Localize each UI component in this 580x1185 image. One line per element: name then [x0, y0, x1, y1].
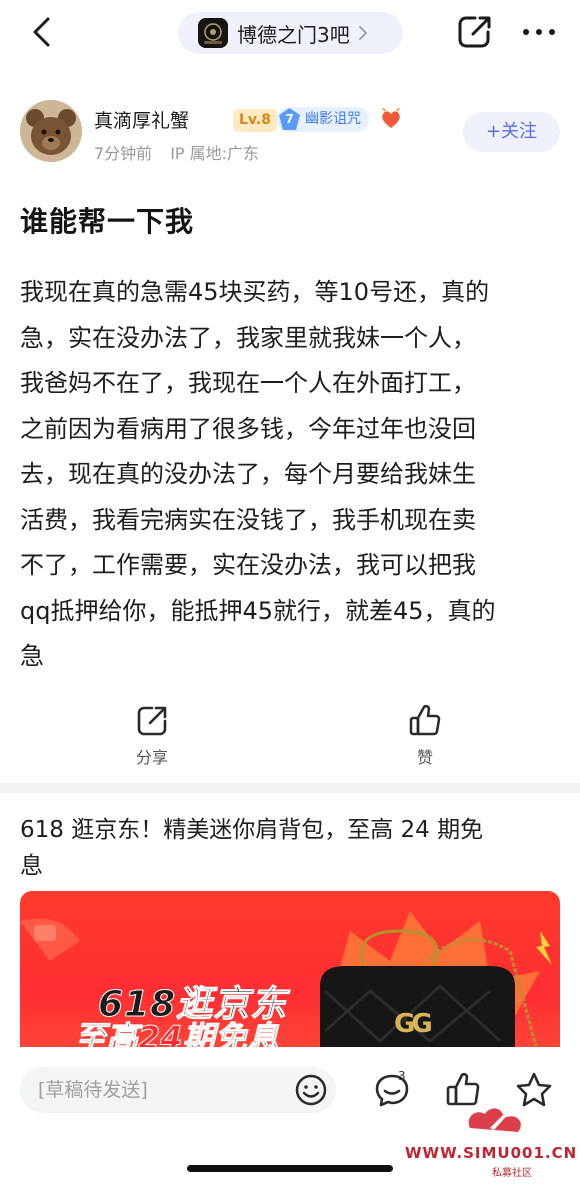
post-body-line: 不了，工作需要，实在没办法，我可以把我	[20, 551, 476, 579]
share-label: 分享	[135, 748, 168, 767]
like-button[interactable]: 赞	[385, 704, 465, 768]
post-body-line: 我现在真的急需45块买药，等10号还，真的	[20, 278, 490, 306]
post-time: 7分钟前	[94, 144, 153, 163]
comment-input[interactable]	[20, 1067, 336, 1113]
post-body: 我现在真的急需45块买药，等10号还，真的 急，实在没办法了，我家里就我妹一个人…	[20, 270, 560, 680]
share-icon	[137, 706, 167, 736]
like-label: 赞	[416, 748, 433, 767]
ad-title-line: 息	[20, 853, 43, 879]
edit-icon[interactable]	[456, 14, 494, 50]
forum-name: 博德之门3吧	[237, 22, 350, 47]
level-badge: Lv.8	[233, 109, 277, 132]
section-divider	[0, 783, 580, 793]
username[interactable]: 真滴厚礼蟹	[94, 106, 189, 133]
post-body-line: 我爸妈不在了，我现在一个人在外面打工，	[20, 369, 476, 397]
chevron-right-icon	[358, 26, 367, 40]
post-body-line: 去，现在真的没办法了，每个月要给我妹生	[20, 460, 476, 488]
author-row: 真滴厚礼蟹 Lv.8 7 幽影诅咒 7分钟前 IP 属地:广东 +关注	[20, 98, 560, 164]
ip-location: IP 属地:广东	[170, 144, 260, 163]
watermark-logo-icon	[468, 1104, 521, 1132]
forum-avatar	[198, 18, 228, 48]
member-title: 幽影诅咒	[305, 111, 361, 127]
watermark-sub: 私募社区	[492, 1168, 532, 1179]
back-arrow-icon[interactable]	[24, 14, 58, 50]
post-body-line: qq抵押给你，能抵押45就行，就差45，真的	[20, 596, 496, 625]
post-body-line: 活费，我看完病实在没钱了，我手机现在卖	[20, 505, 476, 534]
post-title: 谁能帮一下我	[20, 205, 195, 238]
top-nav-bar: 博德之门3吧	[0, 0, 580, 64]
post-meta: 7分钟前 IP 属地:广东	[94, 140, 259, 164]
share-button[interactable]: 分享	[112, 704, 192, 768]
post-body-line: 急，实在没办法了，我家里就我妹一个人，	[20, 323, 476, 352]
member-level: 7	[285, 112, 294, 126]
more-icon[interactable]	[522, 28, 556, 36]
follow-button[interactable]: +关注	[463, 112, 560, 152]
post-body-line: 之前因为看病用了很多钱，今年过年也没回	[20, 414, 476, 443]
post-body-line: 急	[20, 642, 44, 670]
ad-title[interactable]: 618 逛京东！精美迷你肩背包，至高 24 期免 息	[20, 812, 560, 884]
watermark: WWW.SIMU001.CN 私募社区	[400, 1098, 578, 1179]
avatar[interactable]	[20, 100, 82, 162]
member-badge: 7 幽影诅咒	[277, 107, 369, 132]
forum-link-pill[interactable]: 博德之门3吧	[178, 12, 403, 54]
ad-title-line: 618 逛京东！精美迷你肩背包，至高 24 期免	[20, 817, 484, 843]
post-actions: 分享 赞	[0, 704, 580, 774]
bag-logo: GG	[394, 1009, 433, 1039]
ad-banner[interactable]: GG 618逛京东 至高24期免息	[20, 891, 560, 1061]
emoji-icon[interactable]	[293, 1072, 329, 1108]
home-indicator	[187, 1165, 393, 1172]
heart-badge-icon	[382, 108, 400, 128]
thumbs-up-icon	[409, 705, 441, 736]
comment-count: 3	[398, 1069, 406, 1083]
watermark-url: WWW.SIMU001.CN	[405, 1144, 578, 1162]
